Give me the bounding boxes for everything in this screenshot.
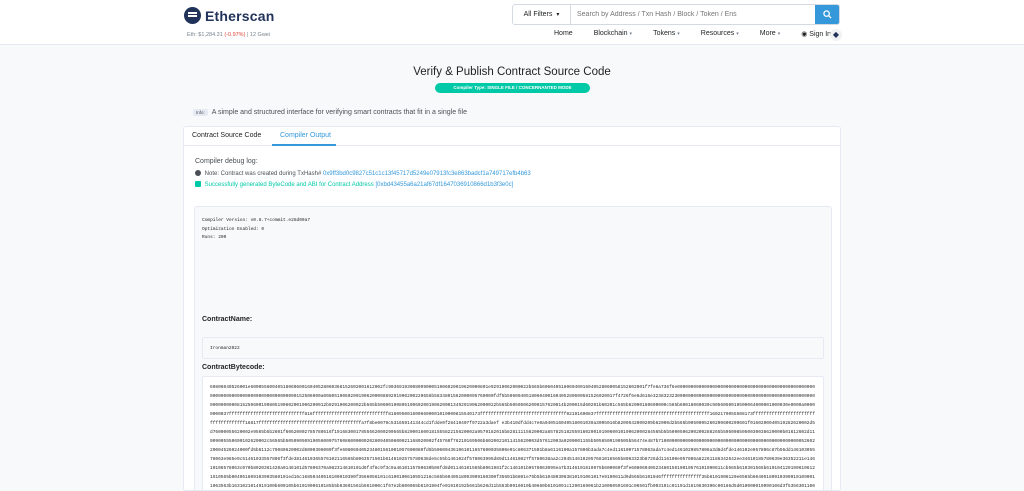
chevron-down-icon: ▾ — [736, 31, 739, 37]
search-input[interactable] — [571, 5, 815, 24]
thumbs-up-icon — [195, 181, 201, 187]
optimization-enabled: Optimization Enabled: 0 — [202, 226, 265, 232]
eth-change: (-0.97%) — [224, 32, 246, 38]
eth-price: Eth: $1,284.31 — [187, 32, 223, 38]
filter-dropdown[interactable]: All Filters ▾ — [513, 5, 571, 24]
top-header: Etherscan All Filters ▾ — [0, 0, 1024, 26]
nav-resources[interactable]: Resources ▾ — [701, 30, 739, 38]
compiler-info: Compiler Version: v0.8.7+commit.e28d00a7… — [202, 217, 310, 243]
info-text: A simple and structured interface for ve… — [211, 109, 467, 116]
nav-blockchain[interactable]: Blockchain ▾ — [594, 30, 632, 38]
info-line: Info: A simple and structured interface … — [193, 109, 467, 116]
compiler-type-badge: Compiler Type: SINGLE FILE / CONCERNANTE… — [435, 83, 590, 93]
active-tab-indicator — [272, 144, 336, 146]
nav-resources-label: Resources — [700, 30, 735, 37]
note-line: Note: Contract was created during TxHash… — [195, 170, 531, 177]
debug-log-title: Compiler debug log: — [195, 158, 258, 165]
tab-contract-source-code[interactable]: Contract Source Code — [192, 132, 261, 139]
bytecode-box[interactable]: 60806040526001e6000556004051806060016040… — [202, 376, 824, 490]
contract-name-label: ContractName: — [202, 316, 253, 323]
nav-home[interactable]: Home — [554, 30, 573, 38]
runs: Runs: 200 — [202, 235, 227, 240]
logo-text: Etherscan — [205, 7, 275, 24]
search-button[interactable] — [815, 5, 839, 24]
nav-more[interactable]: More ▾ — [760, 30, 780, 38]
success-line: Successfully generated ByteCode and ABI … — [195, 181, 513, 188]
chevron-down-icon: ▾ — [777, 31, 781, 37]
nav-tokens[interactable]: Tokens ▾ — [653, 30, 680, 38]
chevron-down-icon: ▾ — [677, 31, 680, 37]
nav-more-label: More — [759, 30, 776, 37]
eth-price-ticker: Eth: $1,284.31 (-0.97%) | 12 Gwei — [187, 32, 270, 38]
nav-menu: Home Blockchain ▾ Tokens ▾ Resources ▾ More… — [554, 30, 852, 38]
check-circle-icon — [195, 170, 201, 176]
verify-card: Contract Source Code Compiler Output Com… — [183, 126, 841, 491]
page-title: Verify & Publish Contract Source Code — [413, 66, 611, 78]
contract-name-value: Ironman2022 — [202, 337, 824, 359]
nav-tokens-label: Tokens — [653, 30, 676, 37]
nav-sign-in[interactable]: ◉ Sign In — [801, 30, 831, 38]
tx-hash-link[interactable]: 0x9ff3bd0c9827c51c1c13f45717d5249e07913f… — [323, 171, 531, 177]
chevron-down-icon: ▾ — [556, 12, 560, 18]
filter-label: All Filters — [523, 11, 553, 18]
search-icon — [822, 10, 832, 19]
bytecode-label: ContractBytecode: — [202, 364, 265, 371]
tab-bar: Contract Source Code Compiler Output — [184, 127, 840, 146]
etherscan-logo-icon — [184, 7, 201, 24]
success-text: Successfully generated ByteCode and ABI … — [204, 182, 374, 188]
main-nav: Eth: $1,284.31 (-0.97%) | 12 Gwei Home B… — [0, 26, 1024, 45]
note-prefix: Note: Contract was created during TxHash… — [204, 171, 322, 177]
bytecode-value: 60806040526001e6000556004051806060016040… — [210, 385, 815, 489]
info-tag: Info: — [193, 109, 208, 116]
ethereum-network-icon[interactable]: ◆ — [830, 29, 842, 41]
search-bar: All Filters ▾ — [512, 4, 840, 25]
contract-address-link[interactable]: [0xbd43455a6a21af67df1647036910866d1b3f3… — [375, 182, 513, 188]
compiler-version: Compiler Version: v0.8.7+commit.e28d00a7 — [202, 218, 311, 223]
nav-sign-in-label: Sign In — [809, 31, 832, 38]
compiler-output-panel: Compiler Version: v0.8.7+commit.e28d00a7… — [194, 206, 832, 490]
chevron-down-icon: ▾ — [629, 31, 633, 37]
tab-compiler-output[interactable]: Compiler Output — [280, 132, 331, 139]
gas-price: | 12 Gwei — [246, 32, 271, 38]
nav-home-label: Home — [554, 30, 573, 37]
etherscan-logo[interactable]: Etherscan — [184, 7, 275, 24]
nav-blockchain-label: Blockchain — [593, 30, 628, 37]
